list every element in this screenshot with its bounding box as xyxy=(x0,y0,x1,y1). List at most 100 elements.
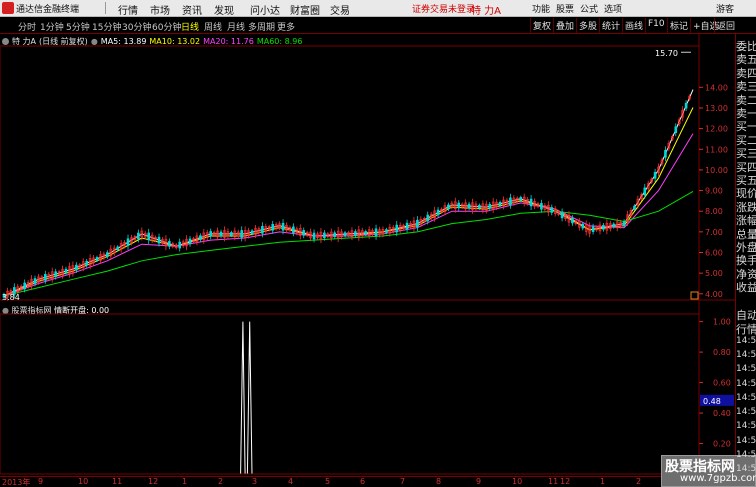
date-axis-label: 2 xyxy=(636,477,642,486)
indicator-chart[interactable]: 0.20 0.40 0.60 0.80 1.00 0.48 xyxy=(0,302,735,476)
quote-panel-item: 14:56 xyxy=(736,349,756,360)
candle-body xyxy=(354,231,357,236)
menu-right-item-0[interactable]: 功能 xyxy=(532,2,550,15)
date-axis-label: 5 xyxy=(325,477,331,486)
candle-body xyxy=(478,204,481,209)
indicator-y-tick-label: 1.00 xyxy=(713,318,731,327)
menu-item-0[interactable]: 行情 xyxy=(118,2,138,17)
price-chart[interactable]: 4.00 5.00 6.00 7.00 8.00 9.00 10.00 11.00 12.00 1… xyxy=(0,34,735,304)
tab-period-5[interactable]: 60分钟 xyxy=(152,20,181,33)
tab-period-1[interactable]: 1分钟 xyxy=(40,20,64,33)
price-y-tick-label: 4.00 xyxy=(705,290,723,299)
tab-period-2[interactable]: 5分钟 xyxy=(66,20,90,33)
menu-item-5[interactable]: 财富圈 xyxy=(290,2,320,17)
candle-body xyxy=(457,202,461,209)
candle-body xyxy=(64,268,68,274)
price-y-tick-label: 10.00 xyxy=(705,166,728,175)
candle-body xyxy=(219,231,223,237)
candle-body xyxy=(385,229,388,233)
date-axis-label: 2013年 xyxy=(2,478,31,487)
menu-separator xyxy=(105,2,106,14)
tab-period-7[interactable]: 周线 xyxy=(204,20,222,33)
menu-stock-name: 特 力A xyxy=(471,6,502,17)
menu-bar xyxy=(0,0,756,17)
date-axis-label: 10 xyxy=(78,477,89,486)
menu-item-4[interactable]: 问小达 xyxy=(250,2,280,17)
toolbar-button-6[interactable]: 标记 xyxy=(667,18,690,33)
menu-item-1[interactable]: 市场 xyxy=(150,2,170,17)
candle-body xyxy=(209,231,212,237)
app-title: 通达信金融终端 xyxy=(16,5,80,15)
menu-item-6[interactable]: 交易 xyxy=(330,2,350,17)
toolbar-button-1[interactable]: 叠加 xyxy=(553,18,576,33)
date-axis-label: 9 xyxy=(476,477,482,486)
tab-period-6[interactable]: 日线 xyxy=(181,20,199,33)
indicator-y-tick-label: 0.20 xyxy=(713,440,731,449)
price-y-tick-label: 6.00 xyxy=(705,249,723,258)
quote-panel-item: 14:56 xyxy=(736,392,756,403)
menu-right-item-3[interactable]: 选项 xyxy=(604,2,622,15)
candle-body xyxy=(426,214,430,222)
tab-period-0[interactable]: 分时 xyxy=(18,20,36,33)
login-status[interactable]: 证券交易未登录 xyxy=(412,2,475,15)
toolbar-button-8[interactable]: 返回 xyxy=(714,18,737,33)
candle-body xyxy=(333,232,337,238)
tab-period-3[interactable]: 15分钟 xyxy=(92,20,121,33)
candle-body xyxy=(488,203,492,209)
candle-body xyxy=(395,224,399,233)
candle-body xyxy=(447,204,450,210)
candle-body xyxy=(571,217,574,224)
date-axis-label: 10 xyxy=(512,477,523,486)
quote-panel-item: 14:56 xyxy=(736,364,756,375)
menu-right-item-2[interactable]: 公式 xyxy=(580,2,598,15)
toolbar-button-0[interactable]: 复权 xyxy=(530,18,553,33)
candle-body xyxy=(560,211,564,219)
candle-body xyxy=(509,197,512,206)
quote-panel-item: 14:56 xyxy=(736,435,756,446)
split-marker-icon xyxy=(690,291,699,300)
candle-body xyxy=(54,271,57,277)
quote-panel-item: 14:56 xyxy=(736,407,756,418)
candle-body xyxy=(633,205,636,210)
candle-body xyxy=(147,232,150,241)
candle-body xyxy=(250,230,254,235)
candle-body xyxy=(85,260,88,266)
date-axis-label: 7 xyxy=(400,477,406,486)
candle-body xyxy=(188,238,192,245)
indicator-y-tick-label: 0.40 xyxy=(713,409,731,418)
tab-period-10[interactable]: 更多 xyxy=(277,20,295,33)
tab-period-9[interactable]: 多周期 xyxy=(248,20,275,33)
candle-body xyxy=(95,257,99,261)
date-axis xyxy=(0,476,699,487)
menu-item-2[interactable]: 资讯 xyxy=(182,2,202,17)
candle-body xyxy=(116,246,119,251)
candle-body xyxy=(591,226,595,232)
quote-panel-item: 收益 xyxy=(736,281,756,295)
menu-right-item-4[interactable]: 游客 xyxy=(716,2,734,15)
candle-body xyxy=(168,241,171,247)
toolbar-button-2[interactable]: 多股 xyxy=(576,18,599,33)
candle-body xyxy=(157,236,161,244)
candle-body xyxy=(312,232,316,240)
toolbar-button-4[interactable]: 画线 xyxy=(622,18,645,33)
menu-right-item-1[interactable]: 股票 xyxy=(556,2,574,15)
date-axis-label: 1 xyxy=(182,477,188,486)
price-y-tick-label: 5.00 xyxy=(705,269,723,278)
candle-body xyxy=(664,150,667,158)
candle-body xyxy=(405,222,409,230)
date-axis-label: 12 xyxy=(560,477,571,486)
candle-body xyxy=(261,226,264,234)
tab-period-4[interactable]: 30分钟 xyxy=(122,20,151,33)
quote-panel-item: 14:56 xyxy=(736,378,756,389)
series-line-ma60 xyxy=(3,190,694,297)
toolbar-button-5[interactable]: F10 xyxy=(645,18,667,33)
tab-period-8[interactable]: 月线 xyxy=(227,20,245,33)
candle-body xyxy=(106,252,109,257)
menu-item-3[interactable]: 发现 xyxy=(214,2,234,17)
date-axis-label: 4 xyxy=(288,477,294,486)
candle-body xyxy=(230,232,233,236)
candle-body xyxy=(602,225,605,230)
quote-panel-item: 14:56 xyxy=(736,335,756,346)
candle-body xyxy=(178,241,181,249)
toolbar-button-3[interactable]: 统计 xyxy=(599,18,622,33)
